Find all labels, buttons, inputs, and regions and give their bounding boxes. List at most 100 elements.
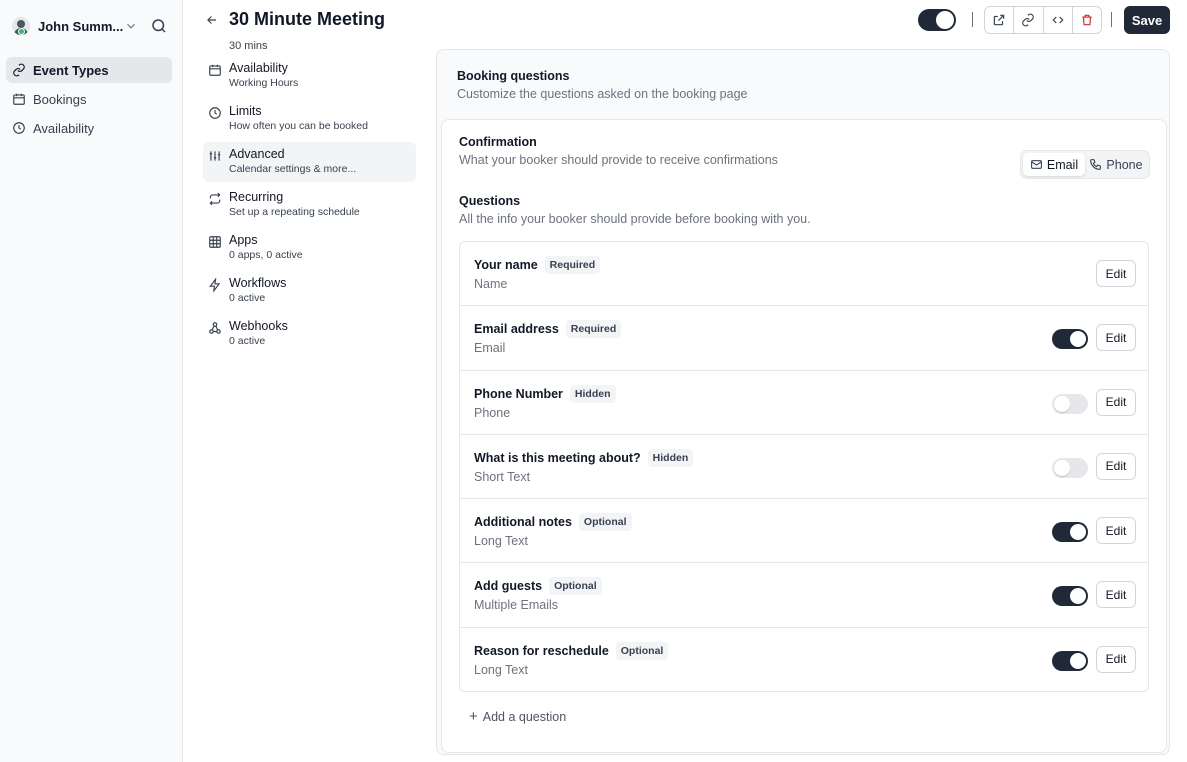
question-label-group: Add guests Optional [474,577,602,596]
question-toggle[interactable] [1052,586,1088,607]
question-label: Reason for reschedule [474,643,609,658]
code-icon [1052,16,1064,24]
event-visibility-toggle[interactable] [918,9,956,31]
nav-item-label: Event Types [33,62,109,78]
grid-icon [209,236,221,248]
question-label-group: Reason for reschedule Optional [474,641,669,660]
question-label: Your name [474,258,538,272]
tab-workflows[interactable]: Workflows 0 active [203,271,416,311]
status-badge: Optional [578,513,632,532]
nav-item-label: Bookings [33,91,87,107]
calendar-icon [209,64,221,76]
tab-title: Workflows [229,276,287,290]
phone-icon [1090,159,1102,170]
tab-advanced[interactable]: Advanced Calendar settings & more... [203,142,416,182]
webhook-icon [209,322,221,334]
save-button[interactable]: Save [1124,6,1170,34]
status-badge: Optional [615,641,669,660]
tab-availability[interactable]: Availability Working Hours [203,56,416,96]
question-label-group: Additional notes Optional [474,513,632,532]
section-title: Booking questions [457,69,570,83]
add-question-button[interactable]: + Add a question [469,708,567,725]
page-title: 30 Minute Meeting [229,9,386,29]
tab-subtitle: Set up a repeating schedule [229,206,360,218]
tab-subtitle: Calendar settings & more... [229,163,357,175]
clock-icon [13,122,25,134]
question-type: Email [474,341,506,356]
confirmation-email-option[interactable]: Email [1023,153,1085,176]
question-row-add-guests: Add guests Optional Multiple Emails Edit [460,563,1148,628]
question-toggle[interactable] [1052,329,1088,350]
confirmation-title: Confirmation [459,135,537,149]
edit-button[interactable]: Edit [1096,452,1136,480]
tab-webhooks[interactable]: Webhooks 0 active [203,314,416,354]
tab-subtitle: Working Hours [229,77,299,89]
edit-button[interactable]: Edit [1096,260,1136,287]
nav-item-availability[interactable]: Availability [6,115,172,141]
booking-questions-card: Confirmation What your booker should pro… [441,119,1167,753]
question-type: Name [474,277,508,291]
tab-title: Recurring [229,190,284,204]
question-label-group: Your name Required [474,256,601,274]
chevron-down-icon [127,23,135,29]
status-badge: Required [565,320,622,339]
delete-button[interactable] [1073,7,1101,33]
confirmation-method-toggle: Email Phone [1020,150,1150,179]
online-status-dot [18,28,25,35]
question-label-group: Email address Required [474,320,622,339]
question-label-group: What is this meeting about? Hidden [474,448,694,467]
edit-button[interactable]: Edit [1096,517,1136,545]
nav-item-bookings[interactable]: Bookings [6,86,172,112]
question-label: Phone Number [474,386,563,401]
divider [972,12,973,27]
edit-button[interactable]: Edit [1096,324,1136,352]
preview-button[interactable] [985,7,1015,33]
tab-subtitle: How often you can be booked [229,120,368,132]
tab-title: Advanced [229,147,285,161]
nav-item-label: Availability [33,120,95,136]
tab-subtitle: 0 apps, 0 active [229,249,303,261]
plus-icon: + [469,708,478,725]
trash-icon [1082,14,1092,26]
question-toggle[interactable] [1052,393,1088,414]
embed-button[interactable] [1044,7,1073,33]
repeat-icon [209,192,221,206]
sidebar: John Summ... Event Types Bookings Availa… [0,0,183,762]
nav-item-event-types[interactable]: Event Types [6,57,172,83]
question-row-reschedule-reason: Reason for reschedule Optional Long Text… [460,628,1148,691]
clock-icon [209,107,221,119]
edit-button[interactable]: Edit [1096,581,1136,609]
edit-button[interactable]: Edit [1096,645,1136,673]
search-icon[interactable] [150,17,168,35]
user-menu[interactable]: John Summ... [12,14,172,38]
question-label-group: Phone Number Hidden [474,384,616,403]
question-label: What is this meeting about? [474,450,641,465]
section-description: Customize the questions asked on the boo… [457,87,748,101]
event-settings-tabs: 30 mins Availability Working Hours Limit… [203,40,416,357]
add-question-label: Add a question [482,710,567,724]
copy-link-button[interactable] [1014,7,1044,33]
confirmation-phone-option[interactable]: Phone [1085,153,1147,176]
back-arrow-icon[interactable] [205,13,219,27]
question-toggle[interactable] [1052,650,1088,671]
status-badge: Hidden [569,384,616,403]
tab-title: Apps [229,233,258,247]
tab-title: Limits [229,104,262,118]
question-toggle[interactable] [1052,522,1088,543]
question-row-email: Email address Required Email Edit [460,306,1148,371]
status-badge: Required [544,256,601,274]
zap-icon [209,278,221,292]
edit-button[interactable]: Edit [1096,388,1136,416]
question-type: Long Text [474,534,528,549]
tab-apps[interactable]: Apps 0 apps, 0 active [203,228,416,268]
link-icon [13,63,25,77]
question-toggle[interactable] [1052,457,1088,478]
confirmation-description: What your booker should provide to recei… [459,153,778,167]
question-row-additional-notes: Additional notes Optional Long Text Edit [460,499,1148,564]
tab-limits[interactable]: Limits How often you can be booked [203,99,416,139]
question-row-phone: Phone Number Hidden Phone Edit [460,371,1148,435]
tab-recurring[interactable]: Recurring Set up a repeating schedule [203,185,416,225]
question-type: Multiple Emails [474,598,559,613]
questions-title: Questions [459,194,521,208]
tab-title: Webhooks [229,319,288,333]
